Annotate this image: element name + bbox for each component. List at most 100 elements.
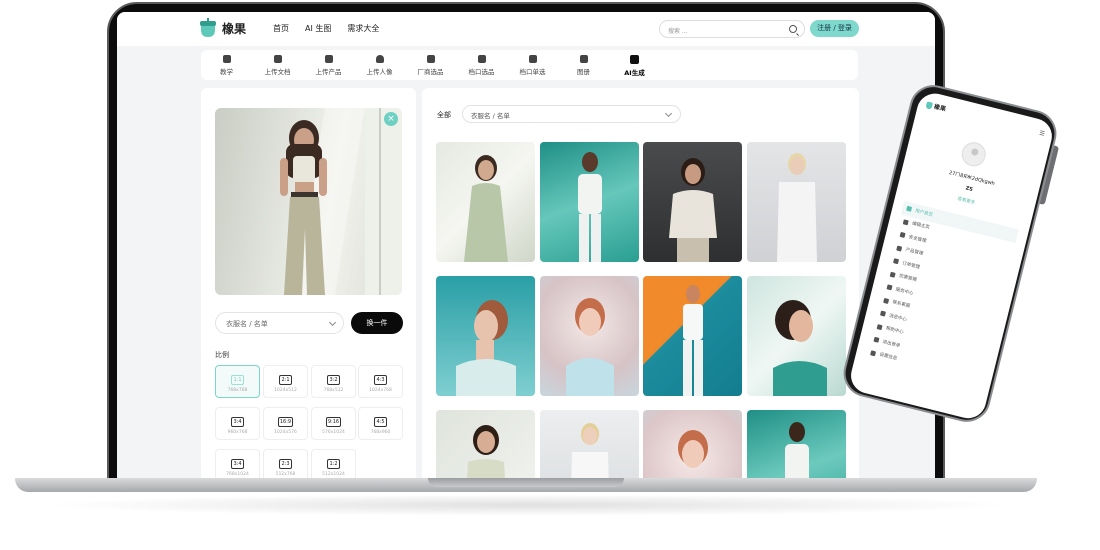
tab-label: 上传产品 [315, 68, 342, 76]
ratio-key: 9:16 [325, 417, 342, 427]
tab-label: 档口选品 [468, 68, 495, 76]
ratio-key: 2:1 [279, 375, 292, 385]
gallery-image[interactable] [643, 410, 742, 478]
fashion-photo [464, 155, 508, 262]
ratio-size: 1024x512 [274, 388, 297, 393]
laptop-screen: 橡果 首页 AI 生图 需求大全 搜索 ... 注册 / 登录 教学 上传文档 … [117, 12, 935, 478]
fashion-photo [773, 300, 827, 396]
gallery-image[interactable] [540, 276, 639, 396]
gallery-filter-placeholder: 衣服名 / 名单 [471, 112, 510, 120]
nav-ai-image[interactable]: AI 生图 [305, 23, 331, 34]
tab-label: 档口单选 [519, 68, 546, 76]
category-tabs: 教学 上传文档 上传产品 上传人像 厂商选品 档口选品 档口单选 图册 AI生成 [201, 50, 858, 80]
ratio-option[interactable]: 2:3 512x768 [263, 449, 308, 478]
fashion-photo [678, 430, 708, 468]
menu-item-icon [899, 232, 906, 239]
teacher-icon [222, 55, 231, 63]
chevron-down-icon [328, 318, 337, 327]
ratio-option[interactable]: 4:3 1024x768 [358, 365, 403, 398]
gallery-image[interactable] [436, 142, 535, 262]
ratio-key: 3:4 [231, 417, 244, 427]
tab-stall-single[interactable]: 档口单选 [507, 50, 558, 80]
phone-menu-label: 用户首页 [914, 208, 934, 218]
ratio-option[interactable]: 3:4 768x1024 [215, 449, 260, 478]
box-icon [528, 55, 537, 63]
phone-menu-label: 产品管理 [904, 247, 924, 258]
model-figure [280, 108, 402, 295]
selected-model-photo[interactable] [215, 108, 402, 295]
gallery-image[interactable] [643, 276, 742, 396]
swap-garment-button[interactable]: 换一件 [351, 312, 403, 334]
filter-all[interactable]: 全部 [437, 110, 451, 120]
acorn-icon [925, 101, 933, 110]
ratio-key: 16:9 [277, 417, 294, 427]
phone-menu: 用户首页 编辑主页 安全管理 产品管理 订单管理 优惠管理 服务中心 联系客服 … [865, 200, 1019, 387]
phone-menu-label: 帮助中心 [885, 326, 904, 336]
tab-upload-product[interactable]: 上传产品 [303, 50, 354, 80]
menu-icon[interactable]: ☰ [1039, 130, 1046, 138]
ratio-title: 比例 [215, 351, 229, 359]
ratio-option[interactable]: 1:1 768x768 [215, 365, 260, 398]
ratio-size: 960x768 [227, 430, 248, 435]
tab-album[interactable]: 图册 [558, 50, 609, 80]
tab-label: 上传文档 [264, 68, 291, 76]
menu-item-icon [873, 336, 880, 344]
device-mockup: 橡果 首页 AI 生图 需求大全 搜索 ... 注册 / 登录 教学 上传文档 … [0, 0, 1100, 550]
ratio-option[interactable]: 16:9 1024x576 [263, 407, 308, 440]
person-icon [375, 55, 384, 63]
garment-select[interactable]: 衣服名 / 名单 [215, 312, 344, 334]
login-button[interactable]: 注册 / 登录 [810, 20, 859, 37]
search-input[interactable]: 搜索 ... [659, 20, 805, 38]
tab-vendor-pick[interactable]: 厂商选品 [405, 50, 456, 80]
menu-item-icon [886, 284, 893, 291]
tab-ai-generate[interactable]: AI生成 [609, 50, 660, 80]
gallery-image[interactable] [643, 142, 742, 262]
nav-demands[interactable]: 需求大全 [347, 23, 379, 34]
logo[interactable]: 橡果 [199, 18, 246, 38]
ratio-option[interactable]: 4:5 768x960 [358, 407, 403, 440]
tab-label: 上传人像 [366, 68, 393, 76]
search-placeholder: 搜索 ... [668, 28, 688, 35]
gallery-filter-select[interactable]: 衣服名 / 名单 [462, 105, 681, 123]
fashion-photo [571, 423, 609, 478]
ratio-option[interactable]: 9:16 576x1024 [311, 407, 356, 440]
tab-upload-doc[interactable]: 上传文档 [252, 50, 303, 80]
ratio-size: 768x1024 [226, 472, 249, 477]
fashion-photo [467, 425, 505, 478]
tab-upload-portrait[interactable]: 上传人像 [354, 50, 405, 80]
menu-item-icon [902, 219, 909, 226]
gallery-image[interactable] [747, 276, 846, 396]
gallery-image[interactable] [747, 410, 846, 478]
avatar[interactable] [959, 139, 989, 169]
gallery-image[interactable] [436, 410, 535, 478]
ratio-option[interactable]: 1:2 512x1024 [311, 449, 356, 478]
tab-stall-pick[interactable]: 档口选品 [456, 50, 507, 80]
close-icon[interactable]: × [384, 112, 398, 126]
gallery-image[interactable] [540, 410, 639, 478]
main-nav: 首页 AI 生图 需求大全 [273, 23, 379, 34]
phone-brand-name: 橡果 [933, 103, 947, 114]
gallery-image[interactable] [540, 142, 639, 262]
ratio-key: 4:5 [374, 417, 387, 427]
menu-item-icon [876, 323, 883, 330]
fashion-photo [456, 300, 516, 396]
nav-home[interactable]: 首页 [273, 23, 289, 34]
ratio-size: 768x960 [370, 430, 391, 435]
ratio-option[interactable]: 3:4 960x768 [215, 407, 260, 440]
phone-menu-label: 安全管理 [908, 234, 927, 245]
gallery-image[interactable] [747, 142, 846, 262]
tab-label: AI生成 [624, 69, 645, 77]
ratio-option[interactable]: 2:1 1024x512 [263, 365, 308, 398]
fashion-photo [777, 153, 817, 262]
menu-item-icon [879, 310, 886, 317]
phone-logo[interactable]: 橡果 [925, 99, 947, 113]
ratio-option[interactable]: 3:2 768x512 [311, 365, 356, 398]
tab-label: 图册 [577, 68, 590, 76]
gallery-image[interactable] [436, 276, 535, 396]
fashion-photo [578, 152, 602, 262]
phone-menu-label: 订单管理 [901, 261, 921, 271]
tab-teach[interactable]: 教学 [201, 50, 252, 80]
search-icon[interactable] [789, 25, 797, 33]
phone-menu-label: 退出登录 [881, 339, 901, 349]
ratio-size: 768x768 [227, 388, 248, 393]
